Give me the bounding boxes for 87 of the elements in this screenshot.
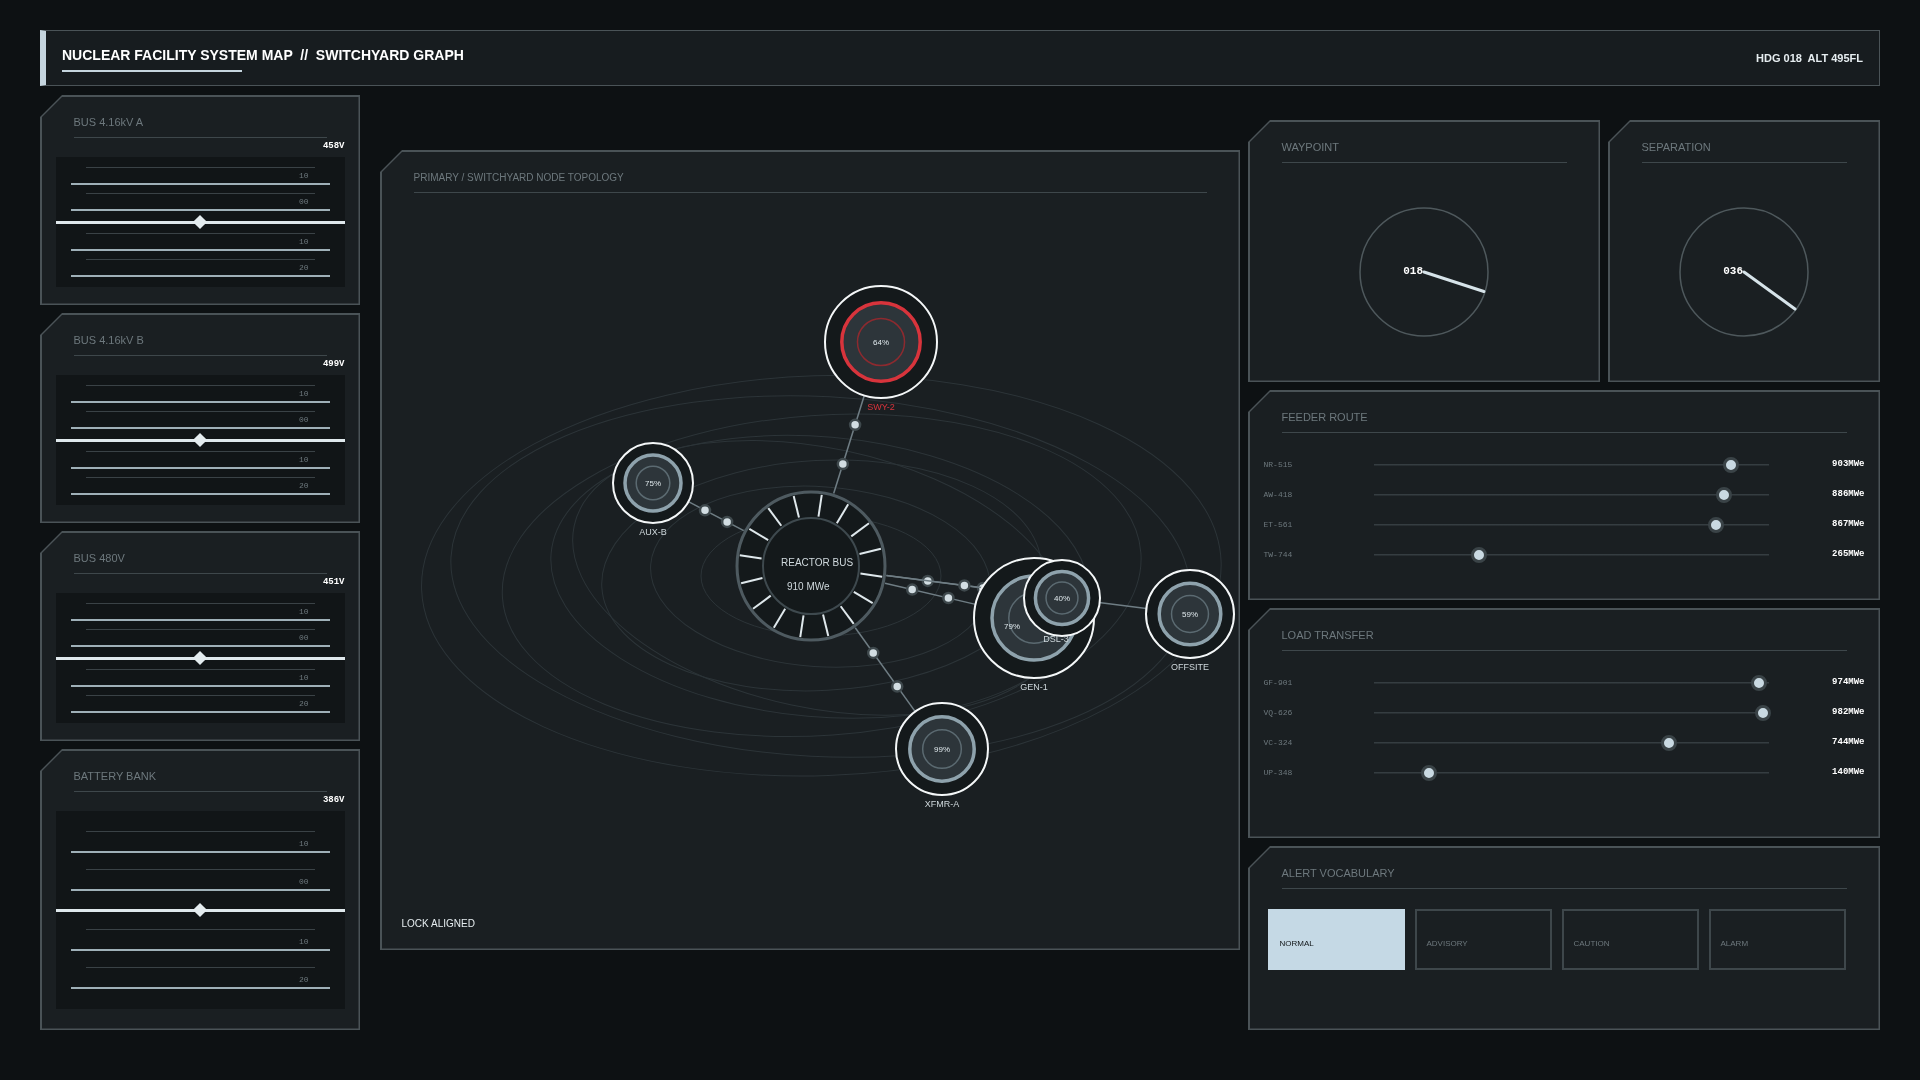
slider-thumb[interactable] <box>1470 546 1487 563</box>
heading-status: HDG 018 ALT 495FL <box>1756 50 1863 66</box>
route-reading: 265MWe <box>1831 547 1865 561</box>
node-value: 79% <box>1003 621 1020 631</box>
scale-label: 20 <box>298 976 309 984</box>
slider-thumb[interactable] <box>1722 456 1739 473</box>
node-value: 59% <box>1181 609 1198 619</box>
scale-label: 10 <box>298 390 309 398</box>
alert-level-tab[interactable]: ADVISORY <box>1414 908 1552 970</box>
page-title: NUCLEAR FACILITY SYSTEM MAP // SWITCHYARD GRAPH <box>62 45 464 65</box>
panel-title: WAYPOINT <box>1281 140 1339 153</box>
scale-label: 20 <box>298 482 309 490</box>
node-label: AUX-B <box>638 526 667 537</box>
scale-label: 00 <box>298 198 309 206</box>
voltage-reading: 499V <box>322 357 345 371</box>
panel-title: FEEDER ROUTE <box>1281 410 1368 423</box>
scale-label: 20 <box>298 264 309 272</box>
lock-status: LOCK ALIGNED <box>401 916 475 931</box>
slider-thumb[interactable] <box>193 433 207 447</box>
scale-label: 00 <box>298 416 309 424</box>
scale-label: 00 <box>298 878 309 886</box>
node-value: 75% <box>644 478 661 488</box>
route-label: ET-561 <box>1263 518 1294 531</box>
panel-title: LOAD TRANSFER <box>1281 628 1374 641</box>
scale-label: 10 <box>298 238 309 246</box>
panel-title: BUS 4.16kV B <box>73 333 144 346</box>
route-reading: 982MWe <box>1831 705 1865 719</box>
alert-level-tab[interactable]: NORMAL <box>1267 908 1405 970</box>
node-label: DSL-3 <box>1042 633 1069 644</box>
route-label: AW-418 <box>1263 488 1294 501</box>
alert-level-tab[interactable]: CAUTION <box>1561 908 1699 970</box>
panel-title: ALERT VOCABULARY <box>1281 866 1395 879</box>
connector-line <box>687 500 744 531</box>
scale-label: 10 <box>298 938 309 946</box>
voltage-reading: 451V <box>322 575 345 589</box>
route-reading: 974MWe <box>1831 675 1865 689</box>
hub-value: 910 MWe <box>786 580 830 592</box>
panel-title: PRIMARY / SWITCHYARD NODE TOPOLOGY <box>413 171 624 183</box>
node-label: OFFSITE <box>1170 661 1209 672</box>
route-reading: 886MWe <box>1831 487 1865 501</box>
graph-node[interactable] <box>1022 558 1101 637</box>
route-label: TW-744 <box>1263 548 1294 561</box>
route-reading: 744MWe <box>1831 735 1865 749</box>
slider-thumb[interactable] <box>1751 674 1768 691</box>
slider-thumb[interactable] <box>1708 516 1725 533</box>
slider-thumb[interactable] <box>193 651 207 665</box>
panel-title: BUS 480V <box>73 551 125 564</box>
voltage-reading: 458V <box>322 139 345 153</box>
node-label: XFMR-A <box>924 798 959 809</box>
scale-label: 10 <box>298 840 309 848</box>
route-reading: 867MWe <box>1831 517 1865 531</box>
dial-value: 018 <box>1403 263 1423 278</box>
route-reading: 903MWe <box>1831 457 1865 471</box>
graph-node[interactable] <box>1144 568 1235 659</box>
slider-thumb[interactable] <box>1660 734 1677 751</box>
route-reading: 140MWe <box>1831 765 1865 779</box>
node-value: 99% <box>933 744 950 754</box>
scale-label: 00 <box>298 634 309 642</box>
slider-thumb[interactable] <box>1754 704 1771 721</box>
slider-thumb[interactable] <box>1716 486 1733 503</box>
route-label: GF-901 <box>1263 676 1294 689</box>
hub-label: REACTOR BUS <box>780 556 853 568</box>
route-label: VC-324 <box>1263 736 1294 749</box>
node-value: 64% <box>872 337 889 347</box>
voltage-reading: 386V <box>322 793 345 807</box>
scale-label: 10 <box>298 172 309 180</box>
panel-title: BATTERY BANK <box>73 769 157 782</box>
slider-thumb[interactable] <box>1420 764 1437 781</box>
graph-node[interactable] <box>611 441 694 524</box>
scale-label: 10 <box>298 674 309 682</box>
node-value: 40% <box>1053 593 1070 603</box>
route-label: UP-348 <box>1263 766 1294 779</box>
scale-label: 10 <box>298 456 309 464</box>
dial-value: 036 <box>1723 263 1743 278</box>
node-label: GEN-1 <box>1019 681 1048 692</box>
graph-node[interactable] <box>823 284 938 399</box>
slider-thumb[interactable] <box>193 903 207 917</box>
graph-node[interactable] <box>894 701 989 796</box>
alert-level-tab[interactable]: ALARM <box>1708 908 1846 970</box>
slider-thumb[interactable] <box>193 215 207 229</box>
scale-label: 20 <box>298 700 309 708</box>
scale-label: 10 <box>298 608 309 616</box>
route-label: NR-515 <box>1263 458 1294 471</box>
route-label: VQ-626 <box>1263 706 1294 719</box>
panel-title: BUS 4.16kV A <box>73 115 144 128</box>
panel-title: SEPARATION <box>1641 140 1711 153</box>
node-label: SWY-2 <box>866 401 895 412</box>
